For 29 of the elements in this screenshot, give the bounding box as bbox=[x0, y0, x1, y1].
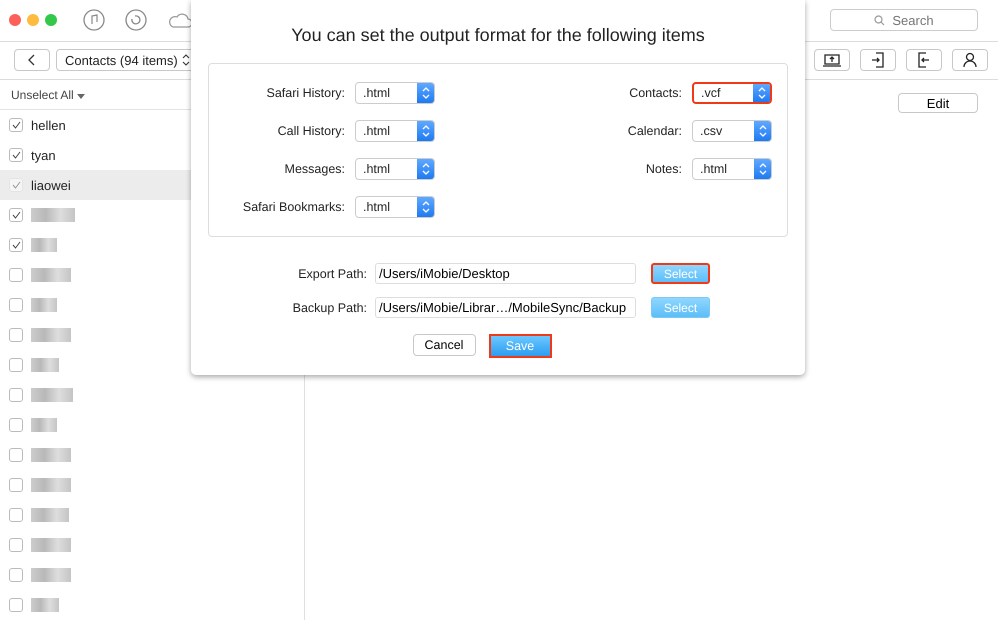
format-dropdown[interactable]: .vcf bbox=[692, 82, 772, 104]
edit-button[interactable]: Edit bbox=[898, 93, 978, 113]
unselect-all-dropdown[interactable]: Unselect All bbox=[11, 88, 86, 102]
contact-row[interactable]: hellen bbox=[0, 110, 191, 140]
format-dropdown[interactable]: .html bbox=[355, 82, 435, 104]
format-label: Notes: bbox=[644, 162, 682, 176]
format-dropdown[interactable]: .html bbox=[355, 158, 435, 180]
contact-row[interactable]: liaowei bbox=[0, 170, 191, 200]
dialog-title: You can set the output format for the following items bbox=[290, 25, 706, 47]
format-label: Safari History: bbox=[266, 86, 345, 100]
path-label: Backup Path: bbox=[292, 300, 367, 314]
contact-row[interactable]: tyan bbox=[0, 140, 191, 170]
path-label: Export Path: bbox=[297, 266, 367, 280]
format-label: Safari Bookmarks: bbox=[242, 200, 345, 214]
format-label: Contacts: bbox=[628, 86, 682, 100]
format-label: Messages: bbox=[284, 162, 345, 176]
format-label: Calendar: bbox=[626, 124, 682, 138]
search-field[interactable]: Search bbox=[830, 9, 978, 32]
path-field[interactable]: /Users/iMobie/Desktop bbox=[375, 263, 636, 284]
path-field[interactable]: /Users/iMobie/Librar…/MobileSync/Backup bbox=[375, 297, 636, 318]
format-dropdown[interactable]: .html bbox=[355, 120, 435, 142]
contact-name: hellen bbox=[31, 118, 66, 132]
format-dropdown[interactable]: .csv bbox=[692, 120, 772, 142]
cancel-button[interactable]: Cancel bbox=[412, 334, 476, 356]
contact-name: liaowei bbox=[31, 178, 71, 192]
contact-name: tyan bbox=[31, 148, 56, 162]
format-dropdown[interactable]: .html bbox=[355, 196, 435, 218]
format-dropdown[interactable]: .html bbox=[692, 158, 772, 180]
format-label: Call History: bbox=[276, 124, 345, 138]
